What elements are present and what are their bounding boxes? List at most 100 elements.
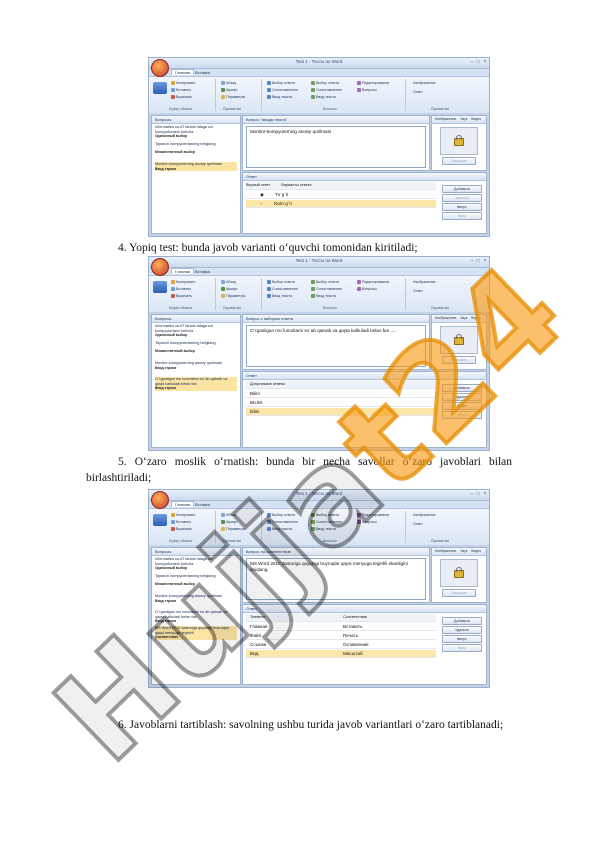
ribbon-item[interactable]: Вырезать bbox=[171, 527, 192, 531]
ribbon-item[interactable]: Копировать bbox=[171, 280, 195, 284]
ribbon-item[interactable]: Вопросы bbox=[357, 287, 377, 291]
answer-row[interactable]: ○ Noto`g`ri bbox=[246, 200, 436, 208]
maximize-icon[interactable]: □ bbox=[475, 491, 481, 497]
tab-video[interactable]: Видео bbox=[471, 316, 481, 320]
ribbon-item[interactable]: Изображение bbox=[413, 280, 436, 284]
close-icon[interactable]: × bbox=[482, 258, 488, 264]
question-list-item[interactable]: O`rganilgan mo`lumotlarni so`ab qatnab v… bbox=[155, 377, 237, 391]
ribbon-item[interactable]: Ответ bbox=[413, 522, 423, 526]
ribbon-item[interactable]: Выбор ответа bbox=[311, 513, 339, 517]
save-icon[interactable] bbox=[153, 82, 167, 94]
radio-icon[interactable]: ◉ bbox=[260, 192, 264, 197]
tab-image[interactable]: Изображение bbox=[435, 117, 456, 121]
ribbon-item[interactable]: Сопоставление bbox=[267, 520, 298, 524]
app-orb-icon[interactable] bbox=[151, 59, 169, 77]
tab-home[interactable]: Главная bbox=[171, 501, 195, 507]
tab-home[interactable]: Главная bbox=[171, 268, 195, 274]
tab-sound[interactable]: Звук bbox=[460, 117, 467, 121]
ribbon-item[interactable]: Редактирование bbox=[357, 280, 389, 284]
up-button[interactable]: Вверх bbox=[442, 203, 482, 211]
tab-video[interactable]: Видео bbox=[471, 117, 481, 121]
ribbon-item[interactable]: Копировать bbox=[171, 513, 195, 517]
down-button[interactable]: Вниз bbox=[442, 644, 482, 652]
delete-button[interactable]: Удалить bbox=[442, 194, 482, 202]
ribbon-item[interactable]: Ввод текста bbox=[267, 294, 292, 298]
match-row[interactable]: Главная Вставить bbox=[246, 623, 436, 631]
ribbon-item[interactable]: Выбор ответа bbox=[311, 81, 339, 85]
answer-row[interactable]: Bilim bbox=[246, 390, 436, 398]
answer-row[interactable]: bilim bbox=[246, 408, 436, 416]
question-text-field[interactable]: Monitor-kompyuterning asosiy qurilmasi bbox=[246, 126, 426, 168]
ribbon-item[interactable]: Ввод текста bbox=[311, 527, 336, 531]
tab-video[interactable]: Видео bbox=[471, 549, 481, 553]
ribbon-item[interactable]: Вырезать bbox=[171, 95, 192, 99]
question-list-item[interactable]: Tayanch kompyuterlarning belgilang Множес… bbox=[155, 341, 237, 353]
match-row[interactable]: Ссылки Оглавление bbox=[246, 641, 436, 649]
add-button[interactable]: Добавить bbox=[442, 617, 482, 625]
ribbon-item[interactable]: Шрифт bbox=[221, 287, 238, 291]
ribbon-item[interactable]: Параметры bbox=[221, 95, 245, 99]
ribbon-item[interactable]: Абзац bbox=[221, 81, 236, 85]
ribbon-item[interactable]: Вырезать bbox=[171, 294, 192, 298]
ribbon-item[interactable]: Редактирование bbox=[357, 513, 389, 517]
tab-image[interactable]: Изображение bbox=[435, 549, 456, 553]
ribbon-item[interactable]: Редактирование bbox=[357, 81, 389, 85]
ribbon-item[interactable]: Ввод текста bbox=[267, 527, 292, 531]
up-button[interactable]: Вверх bbox=[442, 402, 482, 410]
ribbon-item[interactable]: Выбор ответа bbox=[311, 280, 339, 284]
tab-insert[interactable]: Вставка bbox=[195, 502, 210, 507]
question-list-item[interactable]: Monitor-kompyuterning asosiy qurilmasi Вв… bbox=[155, 162, 237, 172]
tab-home[interactable]: Главная bbox=[171, 69, 195, 75]
radio-icon[interactable]: ○ bbox=[260, 201, 263, 206]
question-list-item[interactable]: Informatika va AT fanida falaga sol komp… bbox=[155, 324, 237, 338]
ribbon-item[interactable]: Параметры bbox=[221, 294, 245, 298]
ribbon-item[interactable]: Сопоставление bbox=[267, 287, 298, 291]
ribbon-item[interactable]: Вопросы bbox=[357, 520, 377, 524]
ribbon-item[interactable]: Выбор ответа bbox=[267, 81, 295, 85]
answer-row[interactable]: ◉ To`g`ri bbox=[246, 191, 436, 199]
delete-button[interactable]: Удалить bbox=[442, 626, 482, 634]
delete-button[interactable]: Удалить bbox=[442, 393, 482, 401]
maximize-icon[interactable]: □ bbox=[475, 258, 481, 264]
ribbon-item[interactable]: Вопросы bbox=[357, 88, 377, 92]
ribbon-item[interactable]: Изображение bbox=[413, 513, 436, 517]
question-list-item[interactable]: Tayanch kompyuterlarning belgilang Множес… bbox=[155, 574, 237, 586]
ribbon-item[interactable]: Сопоставление bbox=[311, 520, 342, 524]
app-orb-icon[interactable] bbox=[151, 258, 169, 276]
ribbon-item[interactable]: Выбор ответа bbox=[267, 513, 295, 517]
tab-insert[interactable]: Вставка bbox=[195, 70, 210, 75]
save-icon[interactable] bbox=[153, 281, 167, 293]
add-button[interactable]: Добавить bbox=[442, 384, 482, 392]
ribbon-item[interactable]: Вставить bbox=[171, 287, 191, 291]
ribbon-item[interactable]: Сопоставление bbox=[311, 88, 342, 92]
ribbon-item[interactable]: Абзац bbox=[221, 513, 236, 517]
app-orb-icon[interactable] bbox=[151, 491, 169, 509]
ribbon-item[interactable]: Шрифт bbox=[221, 88, 238, 92]
load-image-button[interactable]: Загрузить bbox=[442, 157, 476, 165]
tab-sound[interactable]: Звук bbox=[460, 316, 467, 320]
question-list-item[interactable]: Monitor-kompyuterning asosiy qurilmasi Вв… bbox=[155, 361, 237, 370]
ribbon-item[interactable]: Ответ bbox=[413, 90, 423, 94]
question-list-item[interactable]: Tayanch kompyuterlarning belgilang Множес… bbox=[155, 142, 237, 154]
ribbon-item[interactable]: Сопоставление bbox=[311, 287, 342, 291]
question-text-field[interactable]: MS Word 2010 dasturiga quyidagi buyruqla… bbox=[246, 558, 426, 600]
ribbon-item[interactable]: Шрифт bbox=[221, 520, 238, 524]
match-row[interactable]: Вид Масштаб bbox=[246, 650, 436, 658]
ribbon-item[interactable]: Сопоставление bbox=[267, 88, 298, 92]
tab-image[interactable]: Изображение bbox=[435, 316, 456, 320]
ribbon-item[interactable]: Ответ bbox=[413, 289, 423, 293]
tab-sound[interactable]: Звук bbox=[460, 549, 467, 553]
ribbon-item[interactable]: Ввод текста bbox=[311, 95, 336, 99]
ribbon-item[interactable]: Ввод текста bbox=[267, 95, 292, 99]
question-list-item[interactable]: O`rganilgan mo`lumotlarni so`ab qatnab v… bbox=[155, 610, 237, 624]
match-row[interactable]: Файл Печать bbox=[246, 632, 436, 640]
close-icon[interactable]: × bbox=[482, 59, 488, 65]
ribbon-item[interactable]: Выбор ответа bbox=[267, 280, 295, 284]
ribbon-item[interactable]: Абзац bbox=[221, 280, 236, 284]
maximize-icon[interactable]: □ bbox=[475, 59, 481, 65]
ribbon-item[interactable]: Ввод текста bbox=[311, 294, 336, 298]
question-list-item[interactable]: Informatika va AT fanida falaga sol komp… bbox=[155, 125, 237, 139]
ribbon-item[interactable]: Вставить bbox=[171, 520, 191, 524]
question-text-field[interactable]: O`rganilgan mo`lumotlarni so`ab qatnab v… bbox=[246, 325, 426, 367]
question-list-item[interactable]: Informatika va AT fanida falaga sol komp… bbox=[155, 557, 237, 571]
